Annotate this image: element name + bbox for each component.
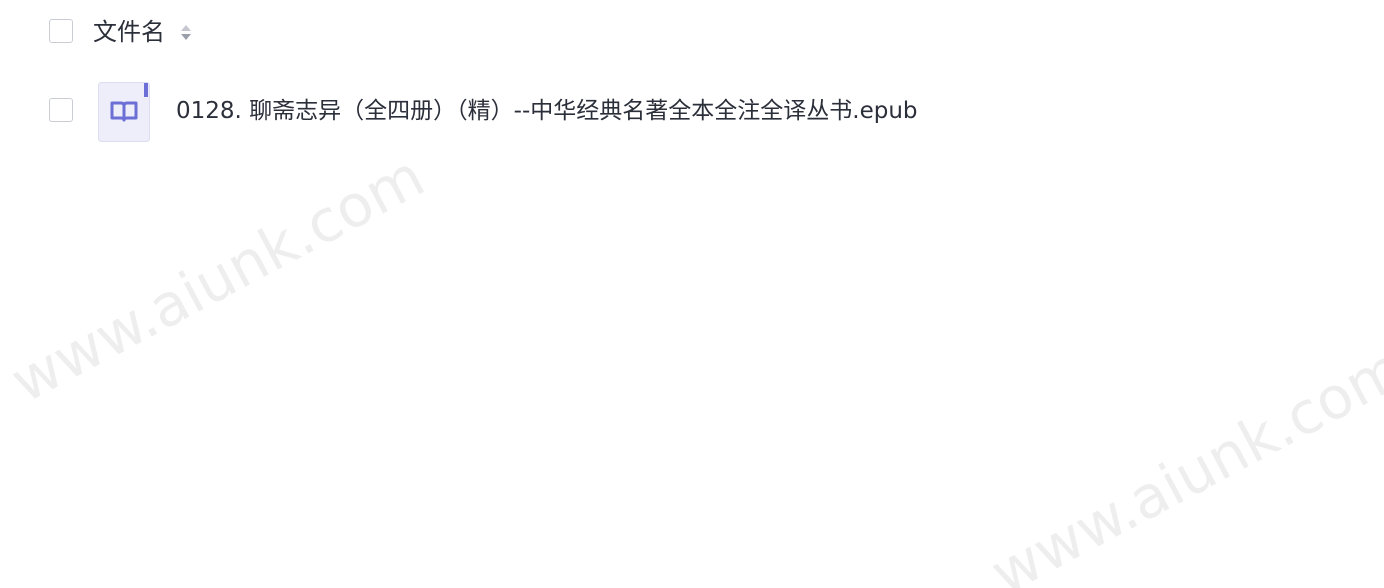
watermark: www.aiunk.com — [0, 141, 435, 417]
sort-icon[interactable] — [178, 21, 194, 45]
epub-book-icon — [98, 82, 150, 142]
table-row[interactable]: 0128. 聊斋志异（全四册）（精）--中华经典名著全本全注全译丛书.epub — [0, 72, 1384, 152]
file-name[interactable]: 0128. 聊斋志异（全四册）（精）--中华经典名著全本全注全译丛书.epub — [176, 95, 918, 127]
file-list-page: 文件名 0128. 聊斋志异（全四册）（精）--中华经典名著全本全注全译丛书.e… — [0, 0, 1384, 588]
column-title-filename[interactable]: 文件名 — [93, 15, 165, 49]
select-all-checkbox[interactable] — [49, 19, 73, 43]
table-header: 文件名 — [0, 0, 1384, 66]
watermark: www.aiunk.com — [980, 333, 1384, 588]
row-checkbox[interactable] — [49, 98, 73, 122]
